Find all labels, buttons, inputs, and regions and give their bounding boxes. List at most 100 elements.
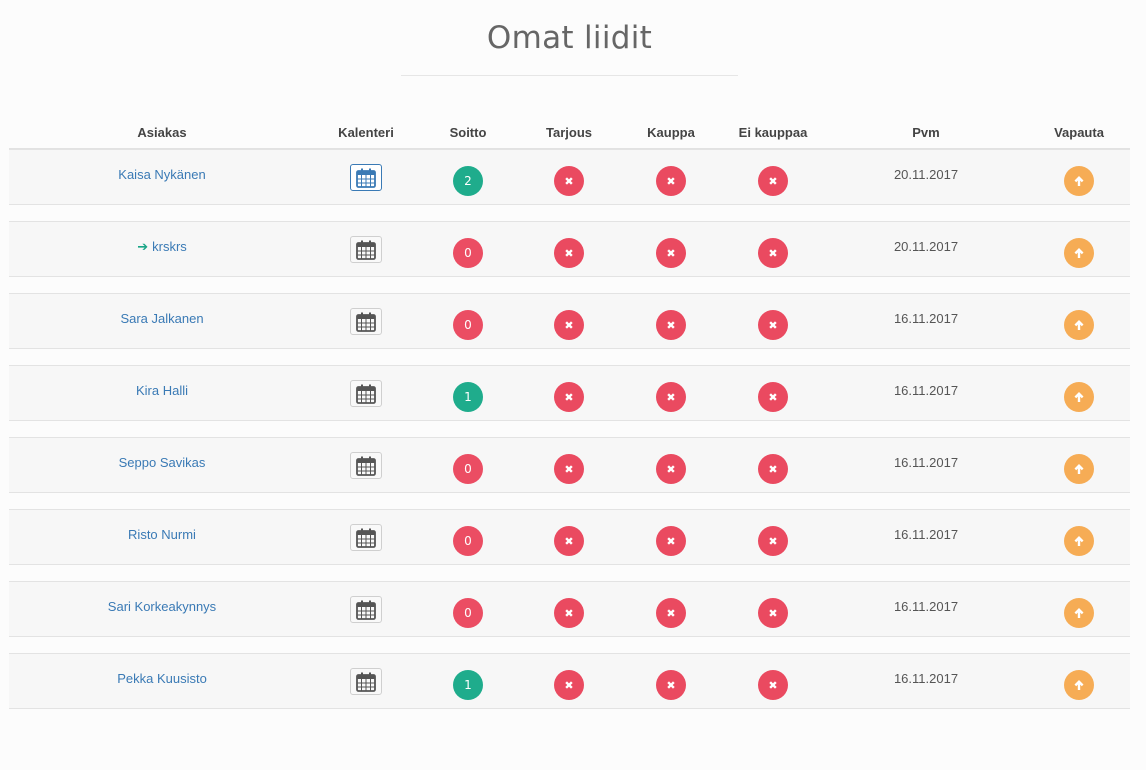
call-count-badge[interactable]: 2 xyxy=(453,166,483,196)
release-button[interactable] xyxy=(1064,670,1094,700)
offer-remove-icon[interactable]: ✖ xyxy=(554,238,584,268)
header-release: Vapauta xyxy=(1054,125,1104,140)
offer-remove-icon[interactable]: ✖ xyxy=(554,310,584,340)
calendar-button[interactable] xyxy=(350,380,382,407)
deal-remove-icon[interactable]: ✖ xyxy=(656,382,686,412)
call-count-badge[interactable]: 0 xyxy=(453,454,483,484)
calendar-icon-svg xyxy=(356,600,376,620)
calendar-button[interactable] xyxy=(350,452,382,479)
customer-name: Sara Jalkanen xyxy=(120,311,204,326)
calendar-icon xyxy=(355,599,377,621)
offer-remove-icon[interactable]: ✖ xyxy=(554,598,584,628)
calendar-icon xyxy=(355,527,377,549)
calendar-icon xyxy=(355,671,377,693)
no-deal-remove-icon[interactable]: ✖ xyxy=(758,310,788,340)
lead-date: 16.11.2017 xyxy=(893,599,959,614)
header-call: Soitto xyxy=(449,125,487,140)
deal-remove-icon[interactable]: ✖ xyxy=(656,526,686,556)
calendar-button[interactable] xyxy=(350,668,382,695)
calendar-icon-svg xyxy=(356,672,376,692)
deal-remove-icon[interactable]: ✖ xyxy=(656,670,686,700)
customer-name: Kira Halli xyxy=(135,383,189,398)
no-deal-remove-icon[interactable]: ✖ xyxy=(758,454,788,484)
customer-name: Seppo Savikas xyxy=(118,455,206,470)
table-row: Risto Nurmi 0 ✖ ✖ ✖ 16.11.2017 xyxy=(9,509,1130,565)
header-customer: Asiakas xyxy=(137,125,187,140)
no-deal-remove-icon[interactable]: ✖ xyxy=(758,526,788,556)
calendar-icon-svg xyxy=(356,384,376,404)
offer-remove-icon[interactable]: ✖ xyxy=(554,526,584,556)
call-count-badge[interactable]: 1 xyxy=(453,382,483,412)
customer-name-link[interactable]: Risto Nurmi xyxy=(128,527,196,542)
calendar-icon-svg xyxy=(356,168,376,188)
customer-name: krskrs xyxy=(152,239,187,254)
table-row: Kira Halli 1 ✖ ✖ ✖ 16.11.2017 xyxy=(9,365,1130,421)
customer-name-link[interactable]: ➔ krskrs xyxy=(137,239,187,255)
deal-remove-icon[interactable]: ✖ xyxy=(656,454,686,484)
calendar-icon xyxy=(355,383,377,405)
header-no-deal: Ei kauppaa xyxy=(738,125,808,140)
calendar-icon-svg xyxy=(356,312,376,332)
table-row: Sara Jalkanen 0 ✖ ✖ ✖ 16.11.2017 xyxy=(9,293,1130,349)
release-button[interactable] xyxy=(1064,238,1094,268)
customer-name: Pekka Kuusisto xyxy=(117,671,207,686)
arrow-up-icon xyxy=(1073,175,1085,187)
lead-date: 20.11.2017 xyxy=(893,167,959,182)
release-button[interactable] xyxy=(1064,526,1094,556)
call-count-badge[interactable]: 0 xyxy=(453,526,483,556)
calendar-button[interactable] xyxy=(350,164,382,191)
arrow-up-icon xyxy=(1073,607,1085,619)
arrow-up-icon xyxy=(1073,247,1085,259)
deal-remove-icon[interactable]: ✖ xyxy=(656,598,686,628)
lead-date: 16.11.2017 xyxy=(893,671,959,686)
no-deal-remove-icon[interactable]: ✖ xyxy=(758,238,788,268)
arrow-right-icon: ➔ xyxy=(137,239,149,254)
call-count-badge[interactable]: 0 xyxy=(453,238,483,268)
release-button[interactable] xyxy=(1064,382,1094,412)
arrow-up-icon xyxy=(1073,391,1085,403)
no-deal-remove-icon[interactable]: ✖ xyxy=(758,598,788,628)
customer-name-link[interactable]: Seppo Savikas xyxy=(119,455,206,470)
no-deal-remove-icon[interactable]: ✖ xyxy=(758,382,788,412)
table-row: Pekka Kuusisto 1 ✖ ✖ ✖ 16.11.2017 xyxy=(9,653,1130,709)
offer-remove-icon[interactable]: ✖ xyxy=(554,670,584,700)
customer-name-link[interactable]: Kaisa Nykänen xyxy=(118,167,205,182)
deal-remove-icon[interactable]: ✖ xyxy=(656,238,686,268)
customer-name: Risto Nurmi xyxy=(128,527,196,542)
no-deal-remove-icon[interactable]: ✖ xyxy=(758,670,788,700)
arrow-up-icon xyxy=(1073,319,1085,331)
header-offer: Tarjous xyxy=(546,125,592,140)
calendar-icon-svg xyxy=(356,456,376,476)
call-count-badge[interactable]: 0 xyxy=(453,598,483,628)
table-row: Seppo Savikas 0 ✖ ✖ ✖ 16.11.2017 xyxy=(9,437,1130,493)
offer-remove-icon[interactable]: ✖ xyxy=(554,454,584,484)
customer-name-link[interactable]: Kira Halli xyxy=(136,383,188,398)
call-count-badge[interactable]: 0 xyxy=(453,310,483,340)
customer-name-link[interactable]: Sara Jalkanen xyxy=(120,311,203,326)
arrow-up-icon xyxy=(1073,535,1085,547)
calendar-button[interactable] xyxy=(350,308,382,335)
calendar-button[interactable] xyxy=(350,236,382,263)
deal-remove-icon[interactable]: ✖ xyxy=(656,310,686,340)
calendar-icon xyxy=(355,311,377,333)
deal-remove-icon[interactable]: ✖ xyxy=(656,166,686,196)
calendar-button[interactable] xyxy=(350,596,382,623)
offer-remove-icon[interactable]: ✖ xyxy=(554,382,584,412)
calendar-button[interactable] xyxy=(350,524,382,551)
lead-date: 16.11.2017 xyxy=(893,527,959,542)
no-deal-remove-icon[interactable]: ✖ xyxy=(758,166,788,196)
header-calendar: Kalenteri xyxy=(338,125,394,140)
table-row: Kaisa Nykänen 2 ✖ ✖ ✖ 20.11.2017 xyxy=(9,149,1130,205)
lead-date: 20.11.2017 xyxy=(893,239,959,254)
table-row: ➔ krskrs 0 ✖ ✖ ✖ 20.11.2017 xyxy=(9,221,1130,277)
release-button[interactable] xyxy=(1064,454,1094,484)
calendar-icon xyxy=(355,167,377,189)
customer-name-link[interactable]: Pekka Kuusisto xyxy=(117,671,207,686)
release-button[interactable] xyxy=(1064,598,1094,628)
offer-remove-icon[interactable]: ✖ xyxy=(554,166,584,196)
calendar-icon-svg xyxy=(356,240,376,260)
call-count-badge[interactable]: 1 xyxy=(453,670,483,700)
release-button[interactable] xyxy=(1064,166,1094,196)
customer-name-link[interactable]: Sari Korkeakynnys xyxy=(108,599,216,614)
release-button[interactable] xyxy=(1064,310,1094,340)
